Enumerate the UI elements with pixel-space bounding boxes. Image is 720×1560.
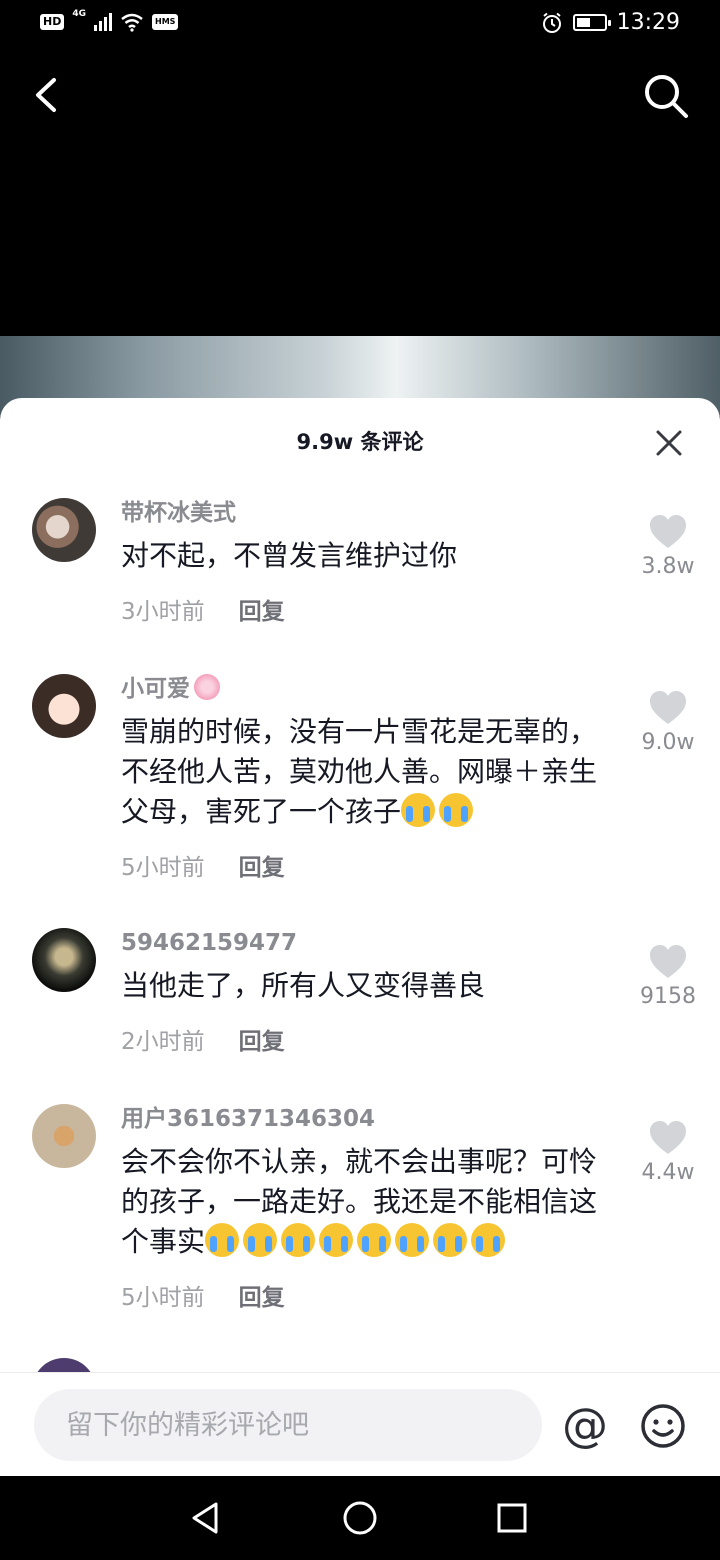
avatar[interactable] [32, 498, 96, 562]
comment-count-title: 9.9w 条评论 [296, 430, 424, 454]
hd-badge: HD [40, 14, 65, 30]
comment-username[interactable]: 用户3616371346304 [121, 1104, 611, 1134]
back-arrow-icon[interactable] [22, 70, 72, 120]
crying-face-icon [471, 1223, 506, 1257]
comment-body: 小可爱 雪崩的时候，没有一片雪花是无辜的，不经他人苦，莫劝他人善。网曝＋亲生父母… [121, 674, 611, 882]
circle-home-icon[interactable] [340, 1498, 380, 1538]
battery-level [576, 18, 591, 27]
battery-icon [572, 14, 611, 31]
like-count: 9.0w [641, 730, 695, 755]
comment-meta: 5小时前 回复 [121, 1278, 611, 1312]
crying-face-icon [205, 1223, 240, 1257]
like-count: 9158 [640, 984, 696, 1009]
crying-face-icon [281, 1223, 316, 1257]
network-type: 4G [72, 9, 86, 19]
comment-time: 3小时前 [121, 599, 205, 625]
like-count: 4.4w [641, 1160, 695, 1185]
reply-button[interactable]: 回复 [239, 592, 285, 626]
avatar[interactable] [32, 674, 96, 738]
avatar[interactable] [32, 1104, 96, 1168]
comment-meta: 2小时前 回复 [121, 1022, 611, 1056]
comment-text-content: 对不起，不曾发言维护过你 [121, 539, 458, 572]
reply-button[interactable]: 回复 [239, 848, 285, 882]
smiley-icon[interactable] [640, 1403, 686, 1449]
heart-icon[interactable] [648, 1120, 688, 1156]
comment-time: 5小时前 [121, 855, 205, 881]
comment-username-text: 小可爱 [121, 676, 190, 702]
like-button[interactable]: 4.4w [636, 1120, 700, 1185]
comment-meta: 5小时前 回复 [121, 848, 611, 882]
comment-input-bar: @ [0, 1372, 720, 1476]
hms-badge: HMS [152, 14, 179, 30]
crying-face-icon [357, 1223, 392, 1257]
reply-button[interactable]: 回复 [239, 1278, 285, 1312]
close-icon[interactable] [654, 428, 684, 458]
crying-face-icon [401, 793, 436, 827]
status-time: 13:29 [616, 10, 680, 35]
comment-username[interactable]: 59462159477 [121, 928, 611, 958]
comment-text: 对不起，不曾发言维护过你 [121, 536, 611, 576]
mention-button[interactable]: @ [560, 1395, 610, 1455]
reply-button[interactable]: 回复 [239, 1022, 285, 1056]
avatar[interactable] [32, 928, 96, 992]
sheet-header: 9.9w 条评论 [0, 398, 720, 482]
comment-text: 会不会你不认亲，就不会出事呢？可怜的孩子，一路走好。我还是不能相信这个事实 [121, 1142, 611, 1262]
system-nav-bar [0, 1476, 720, 1560]
comment-username[interactable]: 小可爱 [121, 674, 611, 704]
status-right: 13:29 [541, 10, 680, 35]
square-recent-icon[interactable] [492, 1498, 532, 1538]
comment-text-content: 当他走了，所有人又变得善良 [121, 969, 486, 1002]
comment-username[interactable]: 带杯冰美式 [121, 498, 611, 528]
comment-text: 当他走了，所有人又变得善良 [121, 966, 611, 1006]
like-button[interactable]: 9.0w [636, 690, 700, 755]
heart-icon[interactable] [648, 514, 688, 550]
like-count: 3.8w [641, 554, 695, 579]
alarm-icon [542, 12, 561, 33]
comment-body: 用户3616371346304 会不会你不认亲，就不会出事呢？可怜的孩子，一路走… [121, 1104, 611, 1312]
cherry-blossom-icon [194, 674, 220, 700]
crying-face-icon [319, 1223, 354, 1257]
triangle-back-icon[interactable] [186, 1498, 226, 1538]
crying-face-icon [243, 1223, 278, 1257]
crying-face-icon [433, 1223, 468, 1257]
comment-text-content: 雪崩的时候，没有一片雪花是无辜的，不经他人苦，莫劝他人善。网曝＋亲生父母，害死了… [121, 715, 598, 828]
comment-time: 5小时前 [121, 1285, 205, 1311]
like-button[interactable]: 3.8w [636, 514, 700, 579]
crying-face-icon [395, 1223, 430, 1257]
comment-body: 59462159477 当他走了，所有人又变得善良 2小时前 回复 [121, 928, 611, 1056]
signal-icon [94, 13, 112, 31]
wifi-icon [121, 13, 143, 32]
status-bar: HD 4G HMS 13:29 [0, 0, 720, 50]
search-icon[interactable] [640, 70, 692, 122]
like-button[interactable]: 9158 [636, 944, 700, 1009]
comment-body: 带杯冰美式 对不起，不曾发言维护过你 3小时前 回复 [121, 498, 611, 626]
comment-text: 雪崩的时候，没有一片雪花是无辜的，不经他人苦，莫劝他人善。网曝＋亲生父母，害死了… [121, 712, 611, 832]
comment-time: 2小时前 [121, 1029, 205, 1055]
emoji-row [401, 793, 477, 828]
emoji-row [205, 1223, 509, 1258]
comment-meta: 3小时前 回复 [121, 592, 611, 626]
heart-icon[interactable] [648, 690, 688, 726]
video-area[interactable] [0, 50, 720, 340]
comments-sheet: 9.9w 条评论 带杯冰美式 对不起，不曾发言维护过你 3小时前 回复 3.8w… [0, 398, 720, 1478]
heart-icon[interactable] [648, 944, 688, 980]
crying-face-icon [439, 793, 474, 827]
status-left: HD 4G HMS [40, 9, 179, 32]
comment-input[interactable] [34, 1389, 542, 1461]
